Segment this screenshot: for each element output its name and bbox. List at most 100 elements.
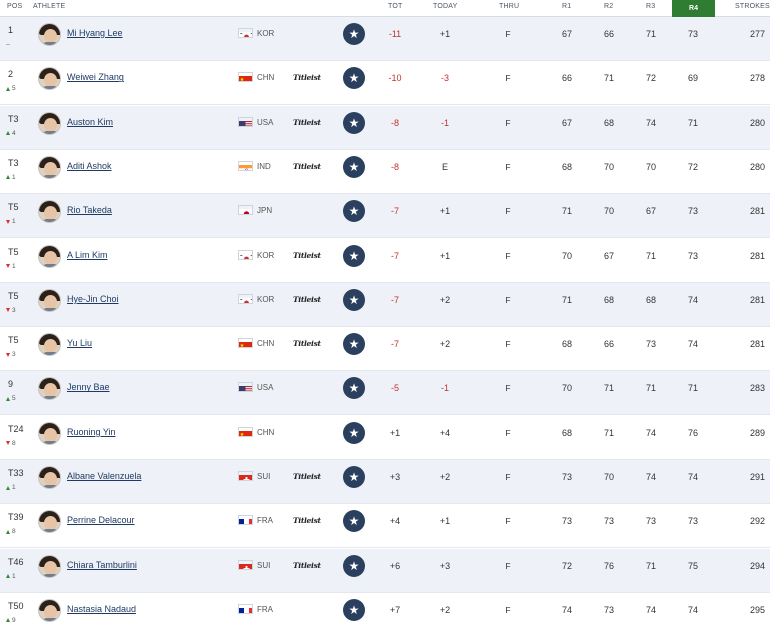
table-row[interactable]: T39 8 Perrine Delacour FRA Titleist ★ +4 +1 F 73 7… (0, 504, 770, 549)
favorite-star-button[interactable]: ★ (343, 111, 365, 134)
table-row[interactable]: T5 1 Rio Takeda JPN ★ -7 +1 F 71 70 67 73 281 (0, 194, 770, 239)
athlete-avatar[interactable] (38, 598, 61, 622)
round-3-score: 73 (645, 516, 656, 527)
athlete-name-link[interactable]: Jenny Bae (67, 382, 110, 392)
athlete-avatar[interactable] (38, 200, 61, 224)
total-strokes: 295 (749, 604, 765, 615)
table-row[interactable]: T46 1 Chiara Tamburlini SUI Titleist ★ +6 +3 F 72… (0, 548, 770, 593)
table-row[interactable]: 1 – Mi Hyang Lee KOR ★ -11 +1 F 67 66 71 73 277 (0, 17, 770, 61)
position-change: 1 (12, 173, 16, 181)
athlete-name-link[interactable]: Albane Valenzuela (67, 471, 141, 481)
position: 1 (8, 25, 14, 35)
country-code: KOR (257, 250, 275, 260)
table-row[interactable]: 9 5 Jenny Bae USA ★ -5 -1 F 70 71 71 71 283 (0, 371, 770, 416)
favorite-star-button[interactable]: ★ (343, 598, 365, 621)
athlete-name-link[interactable]: Chiara Tamburlini (67, 560, 137, 570)
header-r2[interactable]: R2 (604, 3, 613, 10)
athlete-name-link[interactable]: Yu Liu (67, 338, 92, 348)
country-flag-icon (238, 382, 253, 393)
favorite-star-button[interactable]: ★ (343, 421, 365, 444)
country-code: KOR (257, 29, 275, 38)
table-row[interactable]: T5 3 Hye-Jin Choi KOR Titleist ★ -7 +2 F 71 68 68 74… (0, 282, 770, 327)
round-1-score: 70 (561, 383, 572, 394)
athlete-name-link[interactable]: Ruoning Yin (67, 427, 116, 437)
position-change: 8 (12, 439, 16, 447)
athlete-name-link[interactable]: Rio Takeda (67, 205, 112, 215)
sponsor-logo: Titleist (293, 117, 321, 127)
round-1-score: 72 (561, 560, 572, 571)
round-3-score: 74 (645, 117, 656, 128)
move-down-icon (6, 441, 10, 446)
position-movement: 3 (6, 351, 16, 358)
round-4-score: 74 (687, 604, 698, 615)
athlete-name-link[interactable]: Auston Kim (67, 117, 113, 127)
favorite-star-button[interactable]: ★ (343, 333, 365, 356)
round-2-score: 70 (603, 161, 614, 172)
favorite-star-button[interactable]: ★ (343, 510, 365, 533)
round-1-score: 74 (561, 604, 572, 615)
round-3-score: 72 (645, 73, 656, 84)
athlete-avatar[interactable] (38, 155, 61, 179)
table-row[interactable]: T24 8 Ruoning Yin CHN ★ +1 +4 F 68 71 74 76 289 (0, 416, 770, 460)
total-strokes: 277 (749, 29, 765, 39)
athlete-avatar[interactable] (38, 466, 61, 489)
athlete-avatar[interactable] (38, 244, 61, 268)
total-strokes: 281 (749, 250, 765, 261)
favorite-star-button[interactable]: ★ (343, 244, 365, 267)
athlete-name-link[interactable]: Hye-Jin Choi (67, 294, 119, 304)
athlete-name-link[interactable]: Weiwei Zhang (67, 72, 124, 82)
round-4-score: 74 (687, 294, 698, 305)
favorite-star-button[interactable]: ★ (343, 23, 365, 45)
table-row[interactable]: T5 3 Yu Liu CHN Titleist ★ -7 +2 F 68 66 73 74 281 (0, 327, 770, 372)
thru: F (505, 516, 511, 527)
athlete-name-link[interactable]: Aditi Ashok (67, 161, 112, 171)
today-score: +2 (439, 294, 451, 305)
round-2-score: 73 (603, 604, 614, 615)
header-r1[interactable]: R1 (562, 3, 571, 10)
athlete-name-link[interactable]: Nastasia Nadaud (67, 604, 136, 614)
athlete-avatar[interactable] (38, 111, 61, 135)
table-row[interactable]: T3 4 Auston Kim USA Titleist ★ -8 -1 F 67 68 74 71 28… (0, 105, 770, 150)
table-row[interactable]: T5 1 A Lim Kim KOR Titleist ★ -7 +1 F 70 67 71 73 281 (0, 239, 770, 283)
round-1-score: 66 (561, 73, 572, 84)
move-up-icon (6, 396, 10, 401)
table-row[interactable]: T33 1 Albane Valenzuela SUI Titleist ★ +3 +2 F 73… (0, 460, 770, 504)
favorite-star-button[interactable]: ★ (343, 377, 365, 400)
athlete-avatar[interactable] (38, 554, 61, 578)
athlete-avatar[interactable] (38, 288, 61, 312)
athlete-avatar[interactable] (38, 421, 61, 445)
header-thru[interactable]: THRU (499, 3, 519, 10)
athlete-avatar[interactable] (38, 67, 61, 91)
today-score: +4 (439, 427, 451, 438)
round-4-score: 74 (687, 472, 698, 482)
athlete-name-link[interactable]: Mi Hyang Lee (67, 28, 123, 38)
favorite-star-button[interactable]: ★ (343, 288, 365, 311)
favorite-star-button[interactable]: ★ (343, 200, 365, 223)
favorite-star-button[interactable]: ★ (343, 155, 365, 178)
round-4-score: 76 (687, 427, 698, 438)
header-r3[interactable]: R3 (646, 3, 655, 10)
athlete-avatar[interactable] (38, 510, 61, 534)
round-4-score: 73 (687, 516, 698, 527)
header-athlete[interactable]: ATHLETE (33, 3, 65, 10)
position-movement: 8 (6, 528, 16, 535)
athlete-avatar[interactable] (38, 377, 61, 401)
table-row[interactable]: T50 9 Nastasia Nadaud FRA ★ +7 +2 F 74 73 74 74 295 (0, 593, 770, 622)
favorite-star-button[interactable]: ★ (343, 554, 365, 577)
athlete-name-link[interactable]: A Lim Kim (67, 250, 108, 260)
header-today[interactable]: TODAY (433, 3, 457, 10)
header-strokes[interactable]: STROKES (735, 3, 770, 10)
favorite-star-button[interactable]: ★ (343, 67, 365, 90)
header-r4-active[interactable]: R4 (672, 0, 715, 17)
table-row[interactable]: T3 1 Aditi Ashok IND Titleist ★ -8 E F 68 70 70 72 28… (0, 150, 770, 194)
athlete-avatar[interactable] (38, 333, 61, 357)
athlete-avatar[interactable] (38, 23, 61, 46)
favorite-star-button[interactable]: ★ (343, 466, 365, 488)
table-row[interactable]: 2 5 Weiwei Zhang CHN Titleist ★ -10 -3 F 66 71 72 69… (0, 61, 770, 106)
round-2-score: 71 (603, 383, 614, 394)
header-pos[interactable]: POS (7, 3, 22, 10)
header-tot[interactable]: TOT (388, 3, 402, 10)
move-down-icon (6, 264, 10, 268)
country-code: JPN (257, 206, 273, 216)
athlete-name-link[interactable]: Perrine Delacour (67, 515, 135, 525)
